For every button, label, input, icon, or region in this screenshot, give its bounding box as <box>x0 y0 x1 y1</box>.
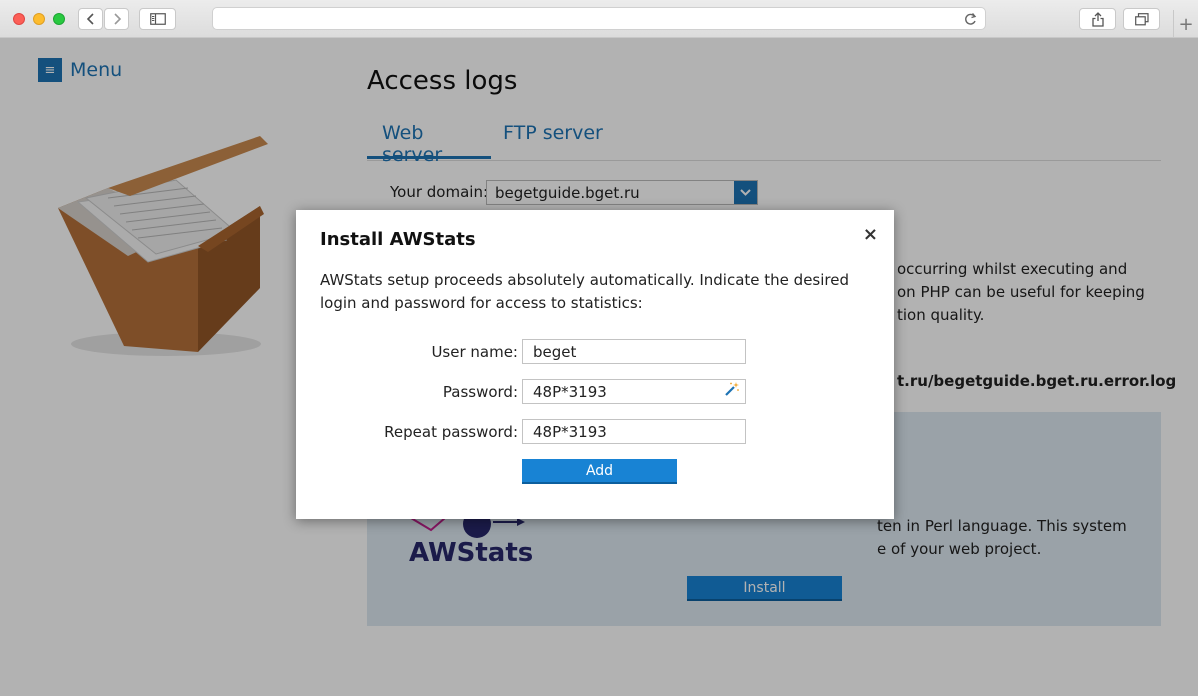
back-button[interactable] <box>78 8 103 30</box>
magic-wand-icon[interactable] <box>724 381 740 397</box>
forward-icon <box>113 13 121 25</box>
forward-button[interactable] <box>104 8 129 30</box>
minimize-window-button[interactable] <box>33 13 45 25</box>
tabs-overview-button[interactable] <box>1123 8 1160 30</box>
sidebar-icon <box>149 13 166 25</box>
browser-toolbar: + <box>0 0 1198 38</box>
sidebar-button[interactable] <box>139 8 176 30</box>
share-icon <box>1091 11 1104 27</box>
username-label: User name: <box>431 343 518 361</box>
back-icon <box>86 13 94 25</box>
close-icon[interactable]: × <box>863 224 878 245</box>
password-label: Password: <box>442 383 518 401</box>
dialog-description: AWStats setup proceeds absolutely automa… <box>320 271 849 312</box>
new-tab-icon: + <box>1178 13 1194 35</box>
password-input[interactable] <box>522 379 746 404</box>
username-input[interactable] <box>522 339 746 364</box>
install-awstats-dialog: × Install AWStats AWStats setup proceeds… <box>296 210 894 519</box>
dialog-title: Install AWStats <box>320 229 476 250</box>
new-tab-button[interactable]: + <box>1173 10 1198 38</box>
zoom-window-button[interactable] <box>53 13 65 25</box>
close-window-button[interactable] <box>13 13 25 25</box>
tabs-icon <box>1134 12 1149 25</box>
repeat-password-input[interactable] <box>522 419 746 444</box>
address-bar[interactable] <box>212 7 986 30</box>
share-button[interactable] <box>1079 8 1116 30</box>
add-button[interactable]: Add <box>522 459 677 484</box>
reload-icon[interactable] <box>964 12 977 26</box>
repeat-password-label: Repeat password: <box>384 423 518 441</box>
